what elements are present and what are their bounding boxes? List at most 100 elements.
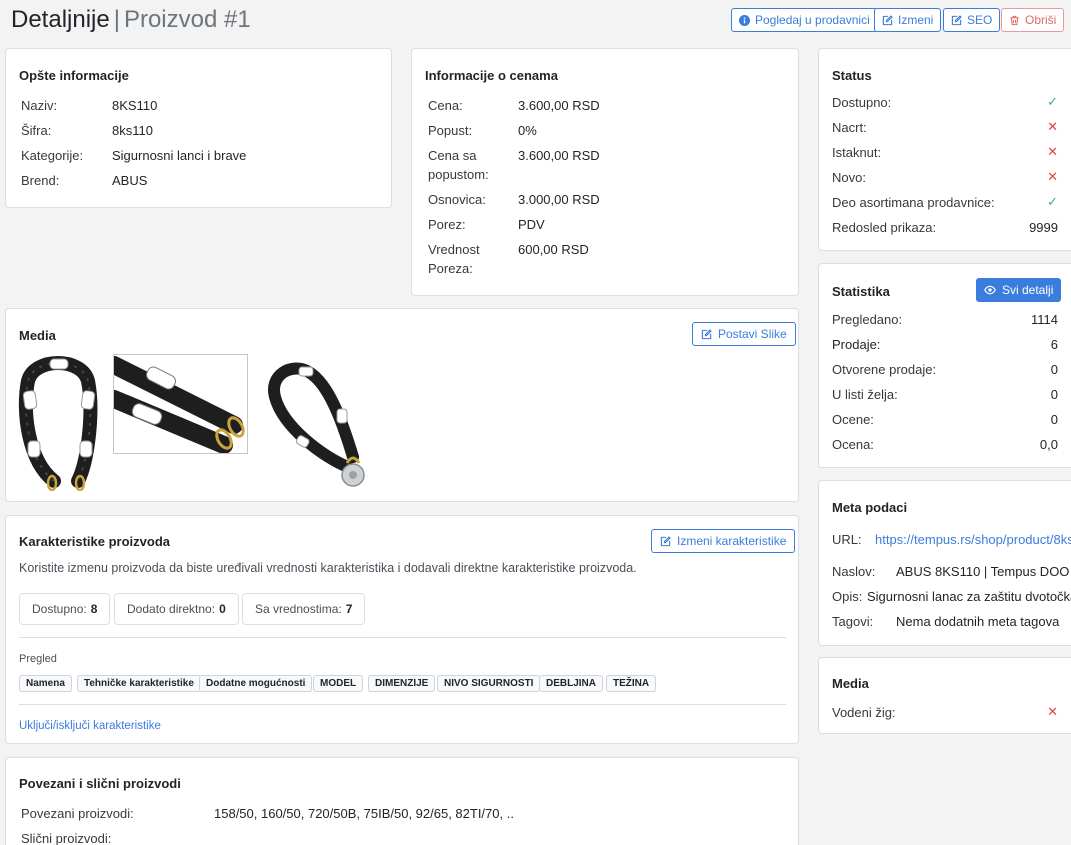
tax-amount-value: 600,00 RSD [518, 242, 589, 257]
open-sales-value: 0 [1050, 361, 1058, 377]
trash-icon [1010, 15, 1019, 25]
watermark-label: Vodeni žig: [832, 704, 896, 720]
feature-tag: TEŽINA [606, 675, 657, 692]
product-image-2[interactable] [113, 354, 248, 454]
overview-label: Pregled [19, 653, 57, 665]
discount-label: Popust: [428, 123, 473, 138]
viewed-label: Pregledano: [832, 311, 903, 327]
discount-value: 0% [518, 123, 537, 138]
chain-image [18, 356, 98, 491]
status-row-available: Dostupno: ✓ [832, 92, 1058, 112]
features-card: Karakteristike proizvoda Izmeni karakter… [5, 515, 799, 744]
all-details-button[interactable]: Svi detalji [976, 278, 1062, 302]
featured-label: Istaknut: [832, 144, 882, 160]
title-separator: | [113, 6, 120, 33]
stat-row-ratings: Ocene: 0 [832, 409, 1058, 429]
viewed-value: 1114 [1031, 311, 1058, 327]
pricing-card: Informacije o cenama Cena: 3.600,00 RSD … [411, 48, 799, 296]
edit-label: Izmeni [898, 13, 934, 27]
set-images-button[interactable]: Postavi Slike [692, 322, 796, 346]
sales-label: Prodaje: [832, 336, 881, 352]
check-icon: ✓ [1047, 94, 1058, 109]
ratings-label: Ocene: [832, 411, 874, 427]
code-value: 8ks110 [112, 123, 153, 138]
url-link[interactable]: https://tempus.rs/shop/product/8ks110 [875, 530, 1071, 550]
count-available: Dostupno: 8 [19, 593, 111, 625]
meta-title: Meta podaci [832, 500, 908, 515]
status-row-draft: Nacrt: ✕ [832, 117, 1058, 137]
stat-row-viewed: Pregledano: 1114 [832, 309, 1058, 329]
count-with-values: Sa vrednostima: 7 [242, 593, 366, 625]
available-label: Dostupno: [832, 94, 892, 110]
general-info-title: Opšte informacije [19, 68, 129, 83]
base-value: 3.000,00 RSD [518, 192, 600, 207]
related-products-card: Povezani i slični proizvodi Povezani pro… [5, 757, 799, 845]
media-card: Media Postavi Slike [5, 308, 799, 502]
media-side-title: Media [832, 676, 869, 691]
stat-row-open-sales: Otvorene prodaje: 0 [832, 359, 1058, 379]
related-products-value: 158/50, 160/50, 720/50B, 75IB/50, 92/65,… [214, 806, 514, 821]
cross-icon: ✕ [1047, 144, 1058, 159]
new-label: Novo: [832, 169, 866, 185]
tax-amount-label-line1: Vrednost [428, 242, 480, 257]
delete-button[interactable]: Obriši [1001, 8, 1065, 32]
media-title: Media [19, 328, 56, 343]
feature-tag: MODEL [313, 675, 364, 692]
feature-tag: Tehničke karakteristike [77, 675, 201, 692]
features-title: Karakteristike proizvoda [19, 534, 171, 549]
count-direct-value: 0 [219, 602, 226, 616]
edit-features-label: Izmeni karakteristike [677, 534, 787, 548]
display-order-label: Redosled prikaza: [832, 219, 937, 235]
chain-closeup-image [114, 355, 247, 453]
edit-button[interactable]: Izmeni [874, 8, 942, 32]
meta-tags-value: Nema dodatnih meta tagova [896, 614, 1060, 629]
name-label: Naziv: [21, 98, 58, 113]
cross-icon: ✕ [1047, 169, 1058, 184]
meta-title-value: ABUS 8KS110 | Tempus DOO [896, 564, 1070, 579]
cross-icon: ✕ [1047, 704, 1058, 719]
count-direct-label: Dodato direktno: [127, 602, 216, 616]
feature-tag: DIMENZIJE [368, 675, 436, 692]
url-label: URL: [832, 532, 862, 547]
edit-icon [951, 14, 962, 25]
chain-lock-image [268, 362, 365, 487]
meta-description-label: Opis: [832, 589, 863, 604]
meta-description-value: Sigurnosni lanac za zaštitu dvotočkaša [867, 589, 1071, 604]
pricing-title: Informacije o cenama [425, 68, 558, 83]
product-image-1[interactable] [16, 351, 100, 491]
categories-value: Sigurnosni lanci i brave [112, 148, 247, 163]
page-title: Detaljnije | Proizvod #1 [11, 6, 251, 34]
related-products-title: Povezani i slični proizvodi [19, 776, 181, 791]
edit-icon [701, 328, 712, 339]
rating-value: 0,0 [1039, 436, 1058, 452]
edit-features-button[interactable]: Izmeni karakteristike [651, 529, 796, 553]
features-description: Koristite izmenu proizvoda da biste uređ… [19, 561, 637, 575]
discounted-price-value: 3.600,00 RSD [518, 148, 600, 163]
stat-row-wishlist: U listi želja: 0 [832, 384, 1058, 404]
seo-button[interactable]: SEO [943, 8, 1001, 32]
all-details-label: Svi detalji [1002, 283, 1054, 297]
categories-label: Kategorije: [21, 148, 84, 163]
status-row-order: Redosled prikaza: 9999 [832, 217, 1058, 237]
wishlist-value: 0 [1050, 386, 1058, 402]
feature-tag: NIVO SIGURNOSTI [437, 675, 541, 692]
eye-icon [984, 285, 996, 295]
product-image-3[interactable] [263, 357, 373, 489]
assortment-label: Deo asortimana prodavnice: [832, 194, 995, 210]
count-with-values-label: Sa vrednostima: [255, 602, 342, 616]
count-with-values-value: 7 [345, 602, 353, 616]
cross-icon: ✕ [1047, 119, 1058, 134]
statistics-title: Statistika [832, 284, 890, 299]
sales-value: 6 [1050, 336, 1058, 352]
toggle-features-link[interactable]: Uključi/isključi karakteristike [19, 720, 161, 732]
meta-tags-label: Tagovi: [832, 614, 874, 629]
tax-amount-label-line2: Poreza: [428, 261, 473, 276]
view-in-store-button[interactable]: Pogledaj u prodavnici [731, 8, 878, 32]
page-subtitle: Proizvod #1 [123, 6, 251, 33]
ratings-value: 0 [1050, 411, 1058, 427]
similar-products-label: Slični proizvodi: [21, 831, 112, 845]
status-card: Status Dostupno: ✓ Nacrt: ✕ Istaknut: ✕ Nov… [818, 48, 1071, 251]
tax-value: PDV [518, 217, 545, 232]
discounted-price-label-line2: popustom: [428, 167, 489, 182]
edit-icon [882, 14, 893, 25]
